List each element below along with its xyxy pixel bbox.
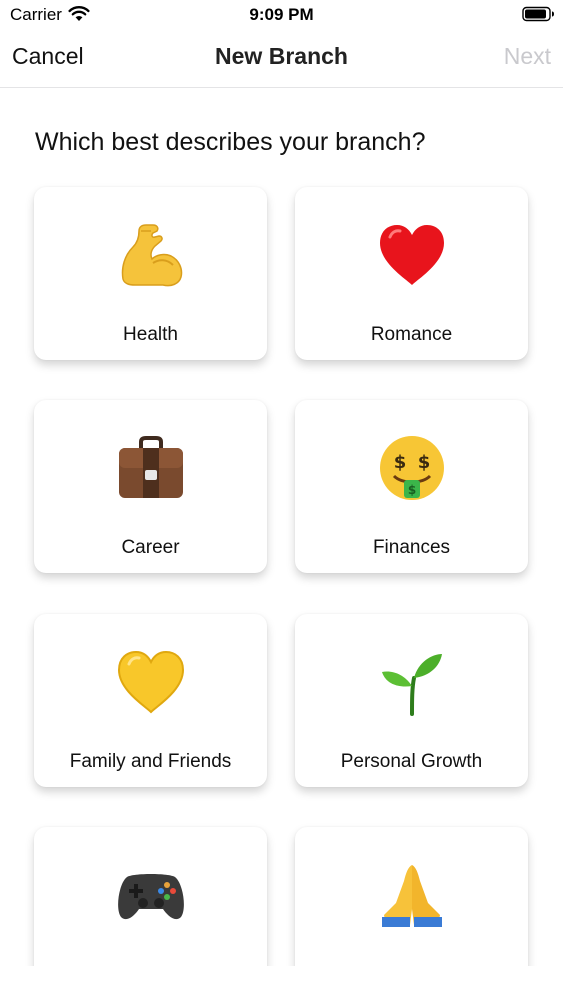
category-card-romance[interactable]: Romance xyxy=(295,187,528,360)
category-label: Health xyxy=(123,324,178,345)
flexed-biceps-icon xyxy=(121,224,182,287)
red-heart-icon xyxy=(379,225,444,285)
category-card-health[interactable]: Health xyxy=(34,187,267,360)
category-label: Career xyxy=(121,537,180,558)
svg-text:$: $ xyxy=(407,483,415,497)
svg-text:$: $ xyxy=(417,452,430,473)
category-grid: Which best describes your branch? Health… xyxy=(0,0,563,966)
category-label: Family and Friends xyxy=(69,751,232,772)
question-heading: Which best describes your branch? xyxy=(35,128,426,156)
category-label: Personal Growth xyxy=(340,751,483,772)
video-game-controller-icon xyxy=(117,874,184,920)
seedling-icon xyxy=(381,654,442,716)
folded-hands-icon xyxy=(381,865,442,927)
yellow-heart-icon xyxy=(117,650,184,714)
category-card-personal-growth[interactable]: Personal Growth xyxy=(295,614,528,787)
bottom-safe-area xyxy=(0,966,563,1000)
category-card-gaming[interactable] xyxy=(34,827,267,966)
category-card-family-and-friends[interactable]: Family and Friends xyxy=(34,614,267,787)
briefcase-icon xyxy=(118,436,183,498)
category-card-career[interactable]: Career xyxy=(34,400,267,573)
category-card-finances[interactable]: $ $ $ Finances xyxy=(295,400,528,573)
category-card-spirituality[interactable] xyxy=(295,827,528,966)
category-label: Romance xyxy=(370,324,453,345)
category-label: Finances xyxy=(372,537,451,558)
svg-text:$: $ xyxy=(393,452,406,473)
money-mouth-face-icon: $ $ $ xyxy=(379,436,444,500)
